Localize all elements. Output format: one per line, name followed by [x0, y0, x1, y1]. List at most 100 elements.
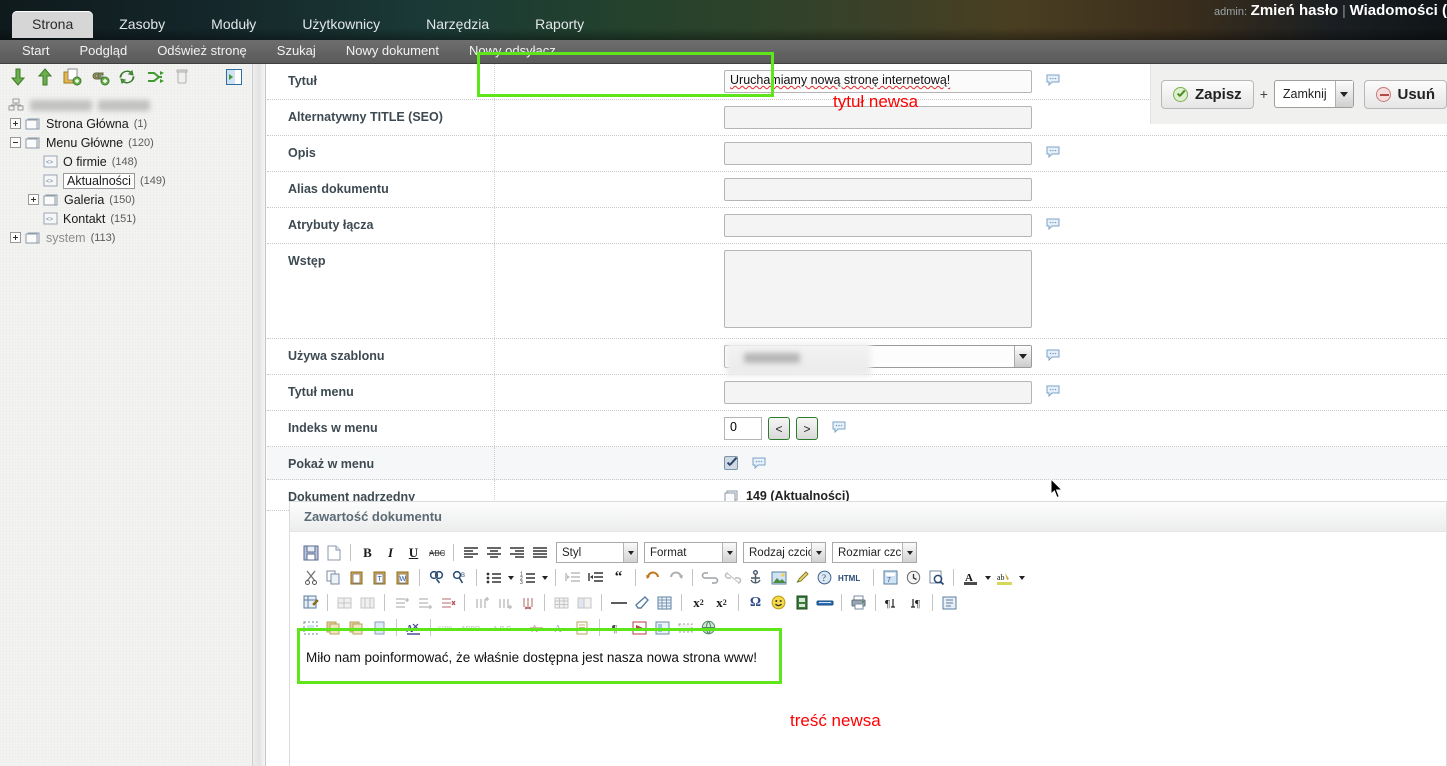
menu-index-input[interactable]: 0: [724, 417, 762, 440]
print-icon[interactable]: [848, 592, 869, 613]
doc-props-icon[interactable]: [572, 617, 593, 638]
tab-strona[interactable]: Strona: [12, 11, 94, 38]
font-format-icon[interactable]: A: [549, 617, 570, 638]
chevron-down-icon[interactable]: [540, 567, 549, 588]
insert-row-after-icon[interactable]: [414, 592, 435, 613]
blockquote-icon[interactable]: “: [608, 567, 629, 588]
underline-icon[interactable]: U: [403, 542, 424, 563]
move-down-icon[interactable]: [6, 68, 30, 86]
input-atrybuty-cza[interactable]: [724, 214, 1032, 237]
paste-formatting-icon[interactable]: [346, 617, 367, 638]
messages-link[interactable]: Wiadomości (: [1350, 2, 1447, 19]
style-dropdown[interactable]: Styl: [556, 542, 638, 563]
input-wstep[interactable]: [724, 250, 1032, 328]
copy-formatting-icon[interactable]: [323, 617, 344, 638]
table-cell-icon[interactable]: [574, 592, 595, 613]
new-link-icon[interactable]: [88, 68, 112, 86]
tab-narzędzia[interactable]: Narzędzia: [406, 11, 509, 38]
abbr-icon[interactable]: ABBR: [460, 617, 490, 638]
text-color-icon[interactable]: A: [960, 567, 981, 588]
strikethrough-icon[interactable]: ABC: [426, 542, 447, 563]
tree-item-menu-główne[interactable]: Menu Główne (120): [4, 133, 252, 152]
save-icon[interactable]: [300, 542, 321, 563]
paragraph-icon[interactable]: ¶: [606, 617, 627, 638]
text-rtl-icon[interactable]: ¶: [905, 592, 926, 613]
help-bubble-icon[interactable]: [1046, 218, 1060, 233]
text-ltr-icon[interactable]: ¶: [882, 592, 903, 613]
brush-icon[interactable]: [791, 567, 812, 588]
link-icon[interactable]: [699, 567, 720, 588]
submenu-item-szukaj[interactable]: Szukaj: [269, 40, 338, 61]
paste-text-icon[interactable]: T: [369, 567, 390, 588]
font-size-dropdown[interactable]: Rozmiar czcionki: [832, 542, 917, 563]
page-break-icon[interactable]: [814, 592, 835, 613]
save-button[interactable]: Zapisz: [1161, 79, 1254, 109]
tab-raporty[interactable]: Raporty: [515, 11, 604, 38]
unlink-icon[interactable]: [722, 567, 743, 588]
insert-column-before-icon[interactable]: [471, 592, 492, 613]
html-source-icon[interactable]: HTML: [837, 567, 867, 588]
new-document-icon[interactable]: [61, 68, 85, 86]
input-tytu-menu[interactable]: [724, 381, 1032, 404]
tab-moduły[interactable]: Moduły: [191, 11, 276, 38]
help-bubble-icon[interactable]: [832, 421, 846, 436]
change-password-link[interactable]: Zmień hasło: [1251, 2, 1339, 19]
spellcheck-icon[interactable]: A: [403, 617, 424, 638]
help-bubble-icon[interactable]: [1046, 385, 1060, 400]
tree-root[interactable]: [4, 96, 252, 114]
world-icon[interactable]: [698, 617, 719, 638]
help-bubble-icon[interactable]: [752, 457, 766, 472]
copy-icon[interactable]: [323, 567, 344, 588]
sort-icon[interactable]: [143, 68, 167, 86]
show-in-menu-checkbox[interactable]: [724, 456, 738, 470]
editor-content-text[interactable]: Miło nam poinformować, że właśnie dostęp…: [300, 640, 1436, 671]
chevron-down-icon[interactable]: [1334, 81, 1353, 107]
show-blocks-icon[interactable]: [939, 592, 960, 613]
iframe-icon[interactable]: [652, 617, 673, 638]
acronym-icon[interactable]: A.B.C.: [492, 617, 524, 638]
image-icon[interactable]: [768, 567, 789, 588]
menu-index-next-button[interactable]: >: [796, 417, 818, 440]
submenu-item-nowy-odsyłacz[interactable]: Nowy odsyłacz: [461, 40, 578, 61]
chevron-down-icon[interactable]: [1017, 567, 1026, 588]
tree-item-system[interactable]: system (113): [4, 228, 252, 247]
table-icon[interactable]: [551, 592, 572, 613]
indent-icon[interactable]: [585, 567, 606, 588]
menu-index-prev-button[interactable]: <: [768, 417, 790, 440]
collapse-icon[interactable]: [10, 137, 21, 148]
cut-icon[interactable]: [300, 567, 321, 588]
submenu-item-nowy-dokument[interactable]: Nowy dokument: [338, 40, 461, 61]
template-icon[interactable]: 7: [880, 567, 901, 588]
split-cells-icon[interactable]: [357, 592, 378, 613]
help-bubble-icon[interactable]: [1046, 146, 1060, 161]
undo-icon[interactable]: [642, 567, 663, 588]
tree-item-kontakt[interactable]: <> Kontakt (151): [4, 209, 252, 228]
refresh-icon[interactable]: [115, 68, 139, 86]
help-bubble-icon[interactable]: [1046, 74, 1060, 89]
quote-icon[interactable]: 6699: [437, 617, 458, 638]
submenu-item-odśwież-stronę[interactable]: Odśwież stronę: [149, 40, 269, 61]
help-icon[interactable]: ?: [814, 567, 835, 588]
font-family-dropdown[interactable]: Rodzaj czcionki: [743, 542, 826, 563]
chevron-down-icon[interactable]: [902, 543, 916, 562]
delete-row-icon[interactable]: [437, 592, 458, 613]
collapse-panel-icon[interactable]: [226, 69, 242, 88]
input-alias-dokumentu[interactable]: [724, 178, 1032, 201]
clock-icon[interactable]: [903, 567, 924, 588]
chevron-down-icon[interactable]: [722, 543, 736, 562]
redo-icon[interactable]: [665, 567, 686, 588]
special-character-icon[interactable]: Ω: [745, 592, 766, 613]
outdent-icon[interactable]: [562, 567, 583, 588]
tree-item-galeria[interactable]: Galeria (150): [4, 190, 252, 209]
panel-splitter[interactable]: [252, 64, 266, 766]
expand-icon[interactable]: [10, 232, 21, 243]
tree-item-o-firmie[interactable]: <> O firmie (148): [4, 152, 252, 171]
smiley-icon[interactable]: [768, 592, 789, 613]
superscript-icon[interactable]: x2: [711, 592, 732, 613]
align-center-icon[interactable]: [483, 542, 504, 563]
chevron-down-icon[interactable]: [623, 543, 637, 562]
strike-format-icon[interactable]: A: [526, 617, 547, 638]
bold-icon[interactable]: B: [357, 542, 378, 563]
eraser-icon[interactable]: [631, 592, 652, 613]
div-icon[interactable]: [675, 617, 696, 638]
